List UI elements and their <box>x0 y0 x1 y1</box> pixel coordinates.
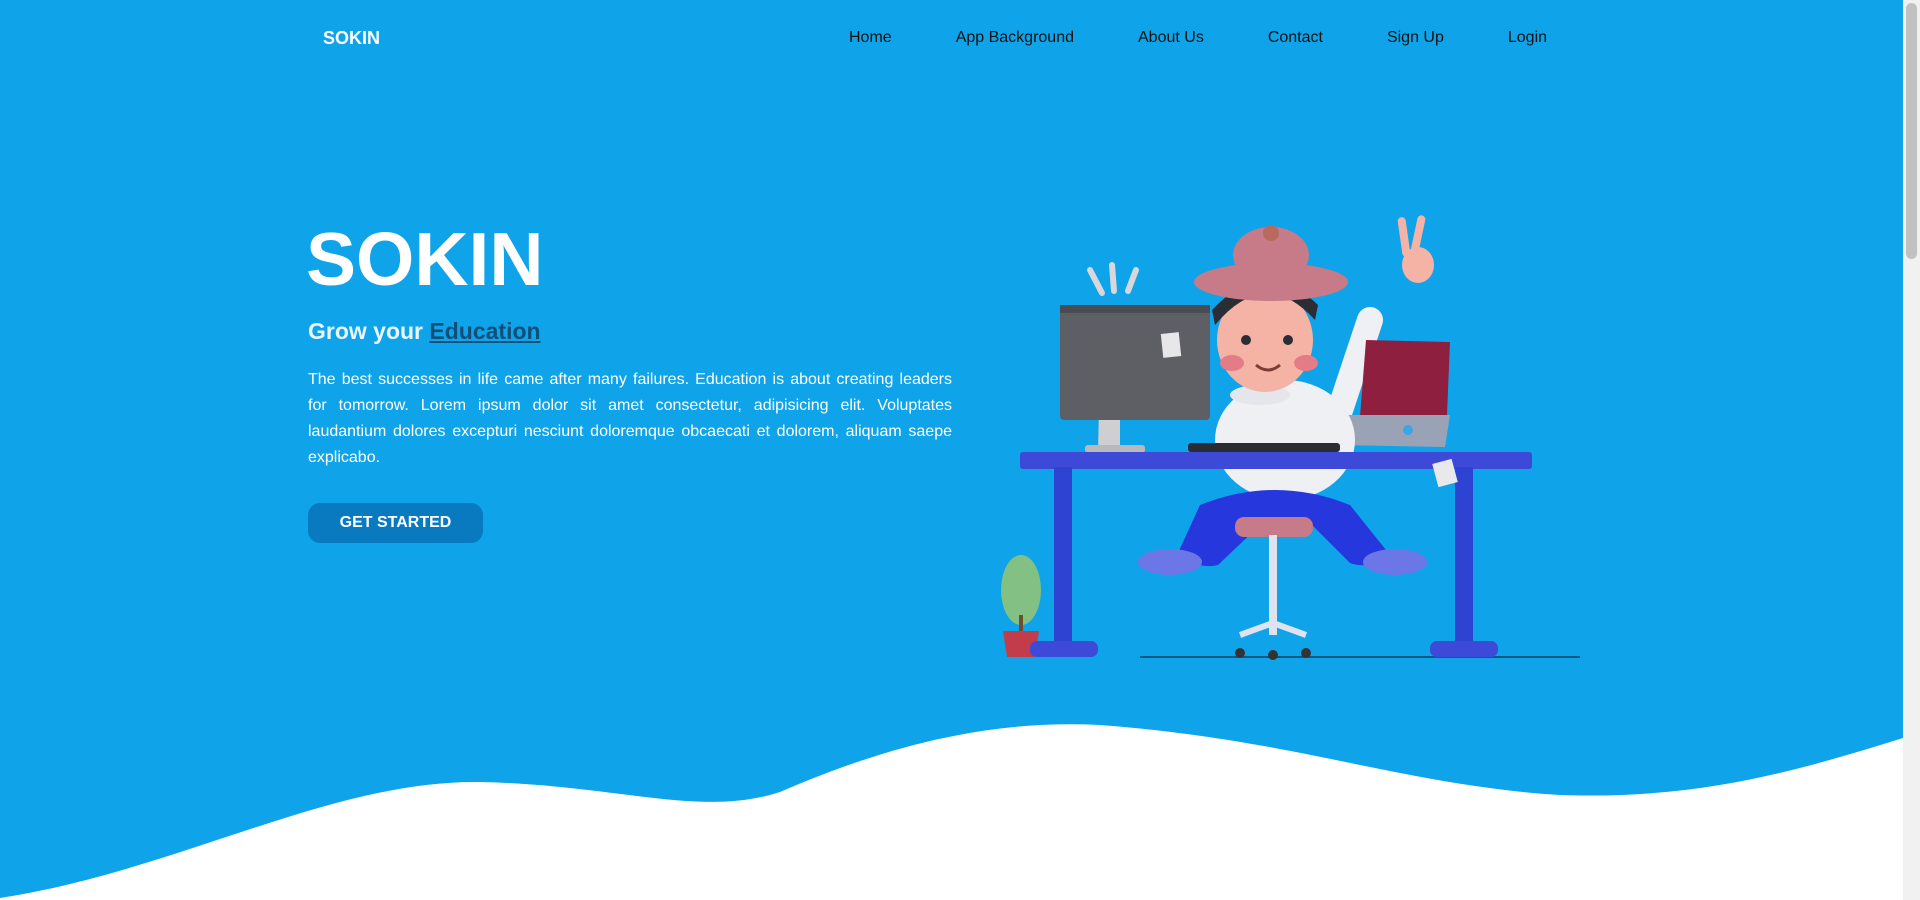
nav-link-contact[interactable]: Contact <box>1268 29 1323 47</box>
nav-link-about-us[interactable]: About Us <box>1138 29 1204 47</box>
hero-title: SOKIN <box>306 217 544 301</box>
person-at-desk-illustration <box>1001 215 1580 660</box>
nav-link-login[interactable]: Login <box>1508 29 1547 47</box>
nav-link-app-background[interactable]: App Background <box>956 29 1074 47</box>
peace-hand-icon <box>1397 215 1434 283</box>
page-scrollbar[interactable] <box>1903 0 1920 900</box>
nav-link-home[interactable]: Home <box>849 29 892 47</box>
hero-subtitle-prefix: Grow your <box>308 318 424 344</box>
nav-menu: Home App Background About Us Contact Sig… <box>849 29 1547 47</box>
hero-subtitle: Grow your Education <box>308 318 541 345</box>
scrollbar-thumb[interactable] <box>1906 3 1917 259</box>
top-navbar: SOKIN Home App Background About Us Conta… <box>0 0 1903 78</box>
wave-divider <box>0 724 1903 900</box>
get-started-button[interactable]: GET STARTED <box>308 503 483 543</box>
hero-subtitle-highlight: Education <box>429 318 541 344</box>
hero-description: The best successes in life came after ma… <box>308 371 952 466</box>
nav-link-sign-up[interactable]: Sign Up <box>1387 29 1444 47</box>
brand-logo[interactable]: SOKIN <box>323 28 380 49</box>
